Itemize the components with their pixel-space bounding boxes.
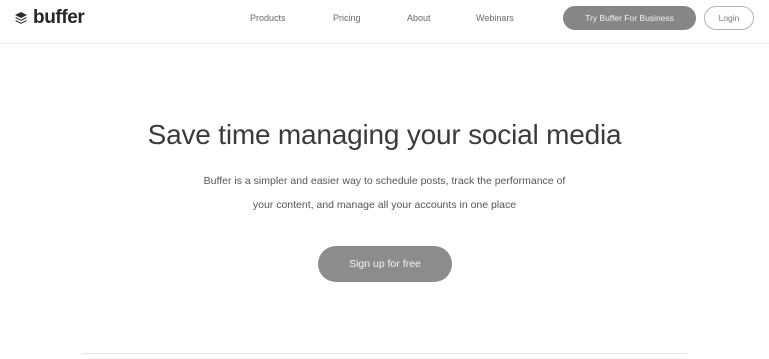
nav-pricing-link[interactable]: Pricing bbox=[333, 13, 361, 23]
section-divider bbox=[82, 353, 687, 354]
site-header: buffer Products Pricing About Webinars T… bbox=[0, 0, 769, 40]
nav-about-link[interactable]: About bbox=[407, 13, 431, 23]
buffer-logo[interactable]: buffer bbox=[14, 7, 85, 29]
buffer-stack-icon bbox=[14, 11, 28, 25]
sign-up-for-free-button[interactable]: Sign up for free bbox=[318, 246, 452, 282]
logo-text: buffer bbox=[33, 7, 85, 28]
try-buffer-for-business-button[interactable]: Try Buffer For Business bbox=[563, 6, 696, 30]
nav-products-link[interactable]: Products bbox=[250, 13, 286, 23]
login-button[interactable]: Login bbox=[704, 6, 754, 30]
hero-subtitle-line-1: Buffer is a simpler and easier way to sc… bbox=[203, 175, 566, 187]
nav-webinars-link[interactable]: Webinars bbox=[476, 13, 514, 23]
hero-title: Save time managing your social media bbox=[147, 119, 622, 150]
page: buffer Products Pricing About Webinars T… bbox=[0, 0, 769, 359]
hero-subtitle-line-2: your content, and manage all your accoun… bbox=[252, 199, 517, 211]
header-divider bbox=[0, 43, 769, 44]
